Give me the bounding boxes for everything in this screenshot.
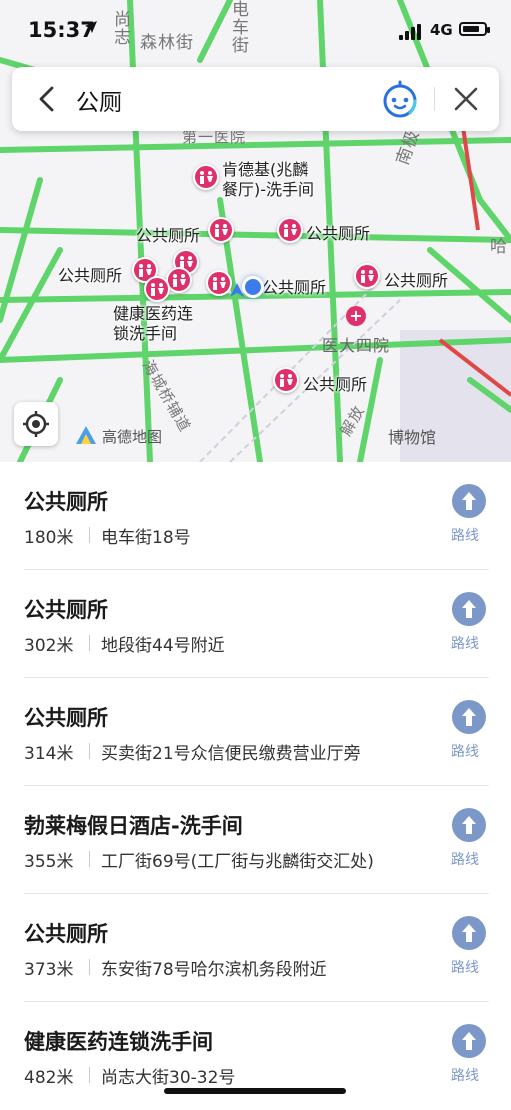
separator <box>89 1067 90 1083</box>
result-title: 公共厕所 <box>24 922 108 946</box>
poi-label: 公共厕所 <box>306 224 371 243</box>
result-item[interactable]: 公共厕所 180米 电车街18号 路线 <box>0 462 511 570</box>
result-address: 电车街18号 <box>101 528 191 548</box>
result-item[interactable]: 公共厕所 373米 东安街78号哈尔滨机务段附近 路线 <box>0 894 511 1002</box>
amap-logo-icon <box>76 426 96 444</box>
poi-label: 公共厕所 <box>384 271 449 290</box>
route-button[interactable]: 路线 <box>449 592 489 662</box>
result-distance: 355米 <box>24 852 74 872</box>
voice-assistant-icon[interactable] <box>380 79 420 119</box>
result-title: 健康医药连锁洗手间 <box>24 1030 213 1054</box>
poi-label: 公共厕所 <box>303 375 368 394</box>
route-label: 路线 <box>451 744 479 760</box>
route-button[interactable]: 路线 <box>449 916 489 986</box>
route-button[interactable]: 路线 <box>449 808 489 878</box>
toilet-marker-icon[interactable] <box>273 367 299 393</box>
toilet-marker-icon[interactable] <box>354 263 380 289</box>
locate-me-button[interactable] <box>14 402 58 446</box>
route-arrow-icon <box>452 592 486 626</box>
separator <box>89 635 90 651</box>
home-indicator[interactable] <box>164 1088 346 1094</box>
poi-label: 公共厕所 <box>136 226 201 245</box>
amap-logo: 高德地图 <box>74 424 162 446</box>
search-bar[interactable]: 公厕 <box>12 67 499 131</box>
separator <box>89 743 90 759</box>
result-address: 工厂街69号(工厂街与兆麟街交汇处) <box>101 852 374 872</box>
toilet-marker-icon[interactable] <box>208 217 234 243</box>
route-arrow-icon <box>452 700 486 734</box>
hospital-icon[interactable]: + <box>346 306 366 326</box>
street-label-museum: 博物馆 <box>388 428 437 447</box>
results-list[interactable]: 公共厕所 180米 电车街18号 路线 公共厕所 302米 地段街44号附近 路… <box>0 462 511 1107</box>
result-item[interactable]: 勃莱梅假日酒店-洗手间 355米 工厂街69号(工厂街与兆麟街交汇处) 路线 <box>0 786 511 894</box>
result-address: 买卖街21号众信便民缴费营业厅旁 <box>101 744 361 764</box>
map-view[interactable]: 森林街 尚志 电车街 南极 哈 第一医院 海城桥辅道 医大四院 解放 + 肯德基… <box>0 0 511 462</box>
battery-icon <box>459 22 490 36</box>
route-button[interactable]: 路线 <box>449 1024 489 1094</box>
result-address: 尚志大街30-32号 <box>101 1068 236 1088</box>
result-distance: 302米 <box>24 636 74 656</box>
result-distance: 314米 <box>24 744 74 764</box>
user-location-dot <box>242 276 264 298</box>
street-label-yida: 医大四院 <box>322 336 391 355</box>
poi-label: 肯德基(兆麟 餐厅)-洗手间 <box>222 160 315 199</box>
back-chevron-icon[interactable] <box>32 83 62 115</box>
result-item[interactable]: 公共厕所 314米 买卖街21号众信便民缴费营业厅旁 路线 <box>0 678 511 786</box>
route-arrow-icon <box>452 916 486 950</box>
route-arrow-icon <box>452 1024 486 1058</box>
result-address: 地段街44号附近 <box>101 636 225 656</box>
network-type: 4G <box>430 21 453 39</box>
result-distance: 180米 <box>24 528 74 548</box>
route-button[interactable]: 路线 <box>449 700 489 770</box>
search-divider <box>434 87 435 111</box>
result-title: 勃莱梅假日酒店-洗手间 <box>24 814 243 838</box>
route-label: 路线 <box>451 960 479 976</box>
separator <box>89 851 90 867</box>
poi-label: 公共厕所 <box>58 266 123 285</box>
route-label: 路线 <box>451 528 479 544</box>
toilet-marker-icon[interactable] <box>277 217 303 243</box>
amap-logo-text: 高德地图 <box>102 428 163 446</box>
result-title: 公共厕所 <box>24 490 108 514</box>
route-label: 路线 <box>451 1068 479 1084</box>
route-arrow-icon <box>452 808 486 842</box>
route-label: 路线 <box>451 852 479 868</box>
route-arrow-icon <box>452 484 486 518</box>
poi-label: 公共厕所 <box>262 278 327 297</box>
result-distance: 373米 <box>24 960 74 980</box>
search-input[interactable]: 公厕 <box>76 83 122 117</box>
result-item[interactable]: 公共厕所 302米 地段街44号附近 路线 <box>0 570 511 678</box>
toilet-marker-icon[interactable] <box>144 276 170 302</box>
poi-label: 健康医药连 锁洗手间 <box>113 304 194 343</box>
location-arrow-icon <box>85 21 97 33</box>
status-bar: 15:37 4G <box>0 0 511 62</box>
street-label-ha: 哈 <box>490 237 508 257</box>
result-title: 公共厕所 <box>24 598 108 622</box>
signal-icon <box>399 24 421 40</box>
separator <box>89 959 90 975</box>
result-title: 公共厕所 <box>24 706 108 730</box>
result-address: 东安街78号哈尔滨机务段附近 <box>101 960 327 980</box>
close-icon[interactable] <box>452 85 480 113</box>
route-label: 路线 <box>451 636 479 652</box>
separator <box>89 527 90 543</box>
result-distance: 482米 <box>24 1068 74 1088</box>
toilet-marker-icon[interactable] <box>193 164 219 190</box>
crosshair-icon <box>23 411 49 437</box>
route-button[interactable]: 路线 <box>449 484 489 554</box>
